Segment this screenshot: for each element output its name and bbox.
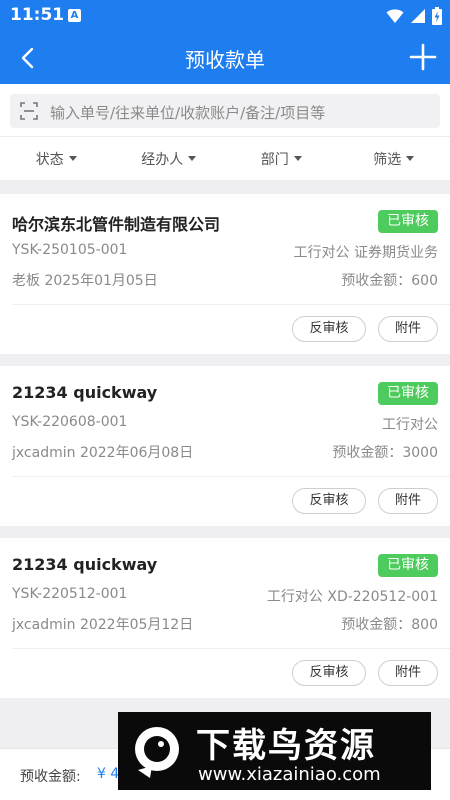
- unaudit-button[interactable]: 反审核: [292, 316, 366, 342]
- total-value: ¥ 4: [97, 766, 120, 782]
- search-input[interactable]: 输入单号/往来单位/收款账户/备注/项目等: [10, 94, 440, 128]
- company-name: 哈尔滨东北管件制造有限公司: [12, 215, 221, 234]
- search-section: 输入单号/往来单位/收款账户/备注/项目等: [0, 84, 450, 136]
- filter-department[interactable]: 部门: [225, 137, 338, 180]
- company-name: 21234 quickway: [12, 383, 158, 402]
- status-badge: 已审核: [378, 554, 438, 577]
- scan-icon[interactable]: [20, 102, 38, 120]
- filter-status[interactable]: 状态: [0, 137, 113, 180]
- notification-a-icon: A: [68, 9, 81, 22]
- record-code: YSK-220512-001: [12, 586, 128, 602]
- record-card[interactable]: 21234 quickway 已审核 YSK-220608-001 工行对公 j…: [0, 366, 450, 526]
- watermark-banner: 下载鸟资源 www.xiazainiao.com: [118, 712, 431, 790]
- account-info: 工行对公: [382, 417, 438, 433]
- filter-bar: 状态 经办人 部门 筛选: [0, 136, 450, 180]
- battery-icon: [432, 7, 442, 25]
- caret-down-icon: [406, 156, 415, 161]
- card-divider: [12, 304, 450, 305]
- filter-label: 状态: [35, 151, 64, 168]
- page-title: 预收款单: [185, 48, 265, 72]
- plus-icon[interactable]: [408, 42, 438, 72]
- account-info: 工行对公 XD-220512-001: [266, 589, 438, 605]
- handler-date: jxcadmin 2022年06月08日: [12, 445, 194, 461]
- wifi-icon: [386, 9, 404, 23]
- filter-label: 经办人: [141, 151, 184, 168]
- filter-more[interactable]: 筛选: [338, 137, 450, 180]
- filter-handler[interactable]: 经办人: [113, 137, 226, 180]
- card-divider: [12, 648, 450, 649]
- app-bar: 预收款单: [0, 32, 450, 84]
- status-time: 11:51: [10, 5, 65, 25]
- status-badge: 已审核: [378, 210, 438, 233]
- handler-date: 老板 2025年01月05日: [12, 273, 158, 289]
- caret-down-icon: [293, 156, 302, 161]
- watermark-title: 下载鸟资源: [196, 726, 376, 766]
- watermark-url: www.xiazainiao.com: [198, 764, 381, 785]
- attachment-button[interactable]: 附件: [378, 660, 438, 686]
- status-badge: 已审核: [378, 382, 438, 405]
- record-card[interactable]: 21234 quickway 已审核 YSK-220512-001 工行对公 X…: [0, 538, 450, 698]
- bird-logo-icon: [135, 727, 179, 778]
- amount: 预收金额：600: [341, 273, 438, 289]
- unaudit-button[interactable]: 反审核: [292, 660, 366, 686]
- account-info: 工行对公 证券期货业务: [293, 245, 438, 261]
- unaudit-button[interactable]: 反审核: [292, 488, 366, 514]
- attachment-button[interactable]: 附件: [378, 488, 438, 514]
- search-placeholder: 输入单号/往来单位/收款账户/备注/项目等: [50, 104, 326, 122]
- caret-down-icon: [68, 156, 77, 161]
- amount: 预收金额：3000: [332, 445, 438, 461]
- filter-label: 部门: [260, 151, 289, 168]
- status-bar: 11:51 A: [0, 0, 450, 32]
- handler-date: jxcadmin 2022年05月12日: [12, 617, 194, 633]
- caret-down-icon: [188, 156, 197, 161]
- record-code: YSK-220608-001: [12, 414, 128, 430]
- system-icons: [386, 7, 442, 25]
- attachment-button[interactable]: 附件: [378, 316, 438, 342]
- amount: 预收金额：800: [341, 617, 438, 633]
- company-name: 21234 quickway: [12, 555, 158, 574]
- filter-label: 筛选: [373, 151, 402, 168]
- signal-icon: [411, 9, 425, 23]
- card-divider: [12, 476, 450, 477]
- record-card[interactable]: 哈尔滨东北管件制造有限公司 已审核 YSK-250105-001 工行对公 证券…: [0, 194, 450, 354]
- record-code: YSK-250105-001: [12, 242, 128, 258]
- total-label: 预收金额:: [20, 769, 81, 785]
